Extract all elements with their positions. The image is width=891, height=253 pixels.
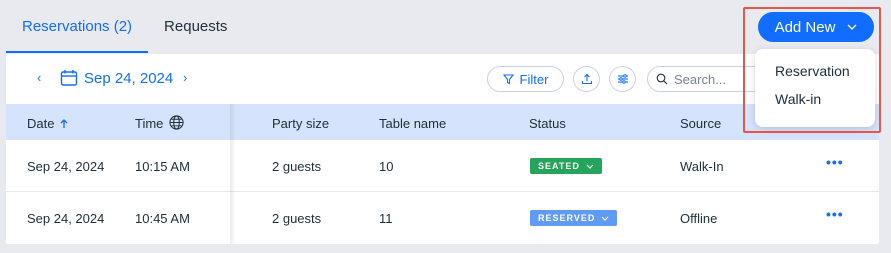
cell-time: 10:45 AM bbox=[135, 211, 190, 226]
date-picker-value[interactable]: Sep 24, 2024 bbox=[84, 70, 173, 87]
cell-time: 10:15 AM bbox=[135, 159, 190, 174]
cell-date: Sep 24, 2024 bbox=[27, 159, 105, 174]
cell-source: Offline bbox=[680, 211, 718, 226]
chevron-down-icon bbox=[601, 216, 609, 221]
status-badge[interactable]: SEATED bbox=[530, 158, 602, 174]
column-header-status: Status bbox=[529, 116, 566, 131]
sliders-icon bbox=[617, 74, 628, 84]
search-input[interactable] bbox=[674, 71, 754, 87]
more-actions-icon[interactable]: ••• bbox=[826, 154, 844, 170]
cell-table-name: 10 bbox=[379, 159, 394, 174]
cell-party-size: 2 guests bbox=[272, 211, 322, 226]
column-header-table-name: Table name bbox=[379, 116, 447, 131]
highlight-box bbox=[743, 7, 881, 133]
cell-table-name: 11 bbox=[379, 211, 393, 226]
filter-icon bbox=[502, 73, 514, 84]
frozen-column-shadow bbox=[230, 104, 236, 244]
export-button[interactable] bbox=[573, 66, 600, 92]
chevron-left-icon[interactable]: ‹ bbox=[37, 70, 41, 85]
globe-icon[interactable] bbox=[169, 115, 184, 130]
column-header-party-size: Party size bbox=[272, 116, 330, 131]
status-badge[interactable]: RESERVED bbox=[530, 210, 618, 226]
cell-source: Walk-In bbox=[680, 159, 724, 174]
table-row[interactable]: Sep 24, 2024 10:45 AM 2 guests 11 RESERV… bbox=[6, 192, 879, 244]
settings-button[interactable] bbox=[609, 66, 636, 92]
upload-icon bbox=[581, 73, 592, 85]
column-header-source: Source bbox=[680, 116, 722, 131]
cell-date: Sep 24, 2024 bbox=[27, 211, 105, 226]
filter-button[interactable]: Filter bbox=[487, 66, 564, 92]
tab-requests[interactable]: Requests bbox=[148, 8, 243, 53]
chevron-down-icon bbox=[586, 164, 594, 169]
sort-ascending-icon bbox=[61, 118, 68, 128]
column-header-date[interactable]: Date bbox=[27, 116, 68, 131]
tab-reservations[interactable]: Reservations (2) bbox=[6, 8, 149, 53]
filter-label: Filter bbox=[519, 71, 549, 87]
search-icon bbox=[656, 73, 668, 85]
column-header-time: Time bbox=[135, 115, 184, 131]
cell-party-size: 2 guests bbox=[272, 159, 322, 174]
table-row[interactable]: Sep 24, 2024 10:15 AM 2 guests 10 SEATED… bbox=[6, 140, 879, 192]
more-actions-icon[interactable]: ••• bbox=[826, 206, 844, 222]
tab-bar: Reservations (2) Requests bbox=[6, 8, 243, 53]
chevron-right-icon[interactable]: › bbox=[183, 70, 187, 85]
calendar-icon[interactable] bbox=[60, 69, 78, 87]
